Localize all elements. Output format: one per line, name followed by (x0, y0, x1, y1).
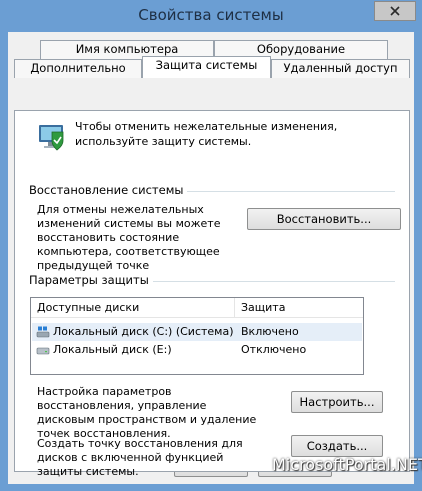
protection-group-label: Параметры защиты (29, 273, 153, 287)
close-button[interactable] (374, 1, 416, 21)
column-header-drives[interactable]: Доступные диски (37, 301, 139, 314)
create-description: Создать точку восстановления для дисков … (37, 437, 243, 478)
drive-name: Локальный диск (C:) (Система) (53, 325, 234, 338)
drive-status: Включено (241, 325, 299, 338)
close-icon (390, 6, 400, 16)
title-bar[interactable]: Свойства системы (0, 0, 422, 32)
drive-row-c[interactable]: Локальный диск (C:) (Система) Включено (32, 323, 362, 341)
system-protection-panel: Чтобы отменить нежелательные изменения, … (14, 110, 410, 478)
tab-system-protection[interactable]: Защита системы (142, 56, 271, 78)
dialog-client: Имя компьютера Оборудование Дополнительн… (8, 32, 414, 484)
system-protection-icon (39, 125, 64, 151)
create-button[interactable]: Создать... (291, 435, 383, 457)
drive-name: Локальный диск (E:) (53, 343, 172, 356)
column-separator (234, 298, 235, 318)
drive-row-e[interactable]: Локальный диск (E:) Отключено (32, 341, 362, 359)
tab-advanced[interactable]: Дополнительно (14, 59, 142, 78)
watermark: MicrosoftPortal.NET (272, 455, 422, 474)
column-header-protection[interactable]: Защита (241, 301, 285, 314)
system-properties-window: Свойства системы Имя компьютера Оборудов… (0, 0, 422, 491)
restore-group-label: Восстановление системы (29, 183, 188, 197)
restore-button[interactable]: Восстановить... (247, 208, 401, 230)
intro-text: Чтобы отменить нежелательные изменения, … (75, 120, 338, 148)
configure-description: Настройка параметров восстановления, упр… (37, 385, 257, 440)
system-drive-icon (36, 326, 50, 338)
configure-button[interactable]: Настроить... (291, 391, 383, 413)
drive-icon (36, 347, 50, 355)
window-title: Свойства системы (138, 6, 284, 24)
drive-status: Отключено (241, 343, 307, 356)
tab-remote[interactable]: Удаленный доступ (271, 59, 410, 78)
drives-list-header: Доступные диски Защита (31, 298, 363, 318)
drives-list[interactable]: Доступные диски Защита Локальный диск (C… (30, 297, 364, 375)
